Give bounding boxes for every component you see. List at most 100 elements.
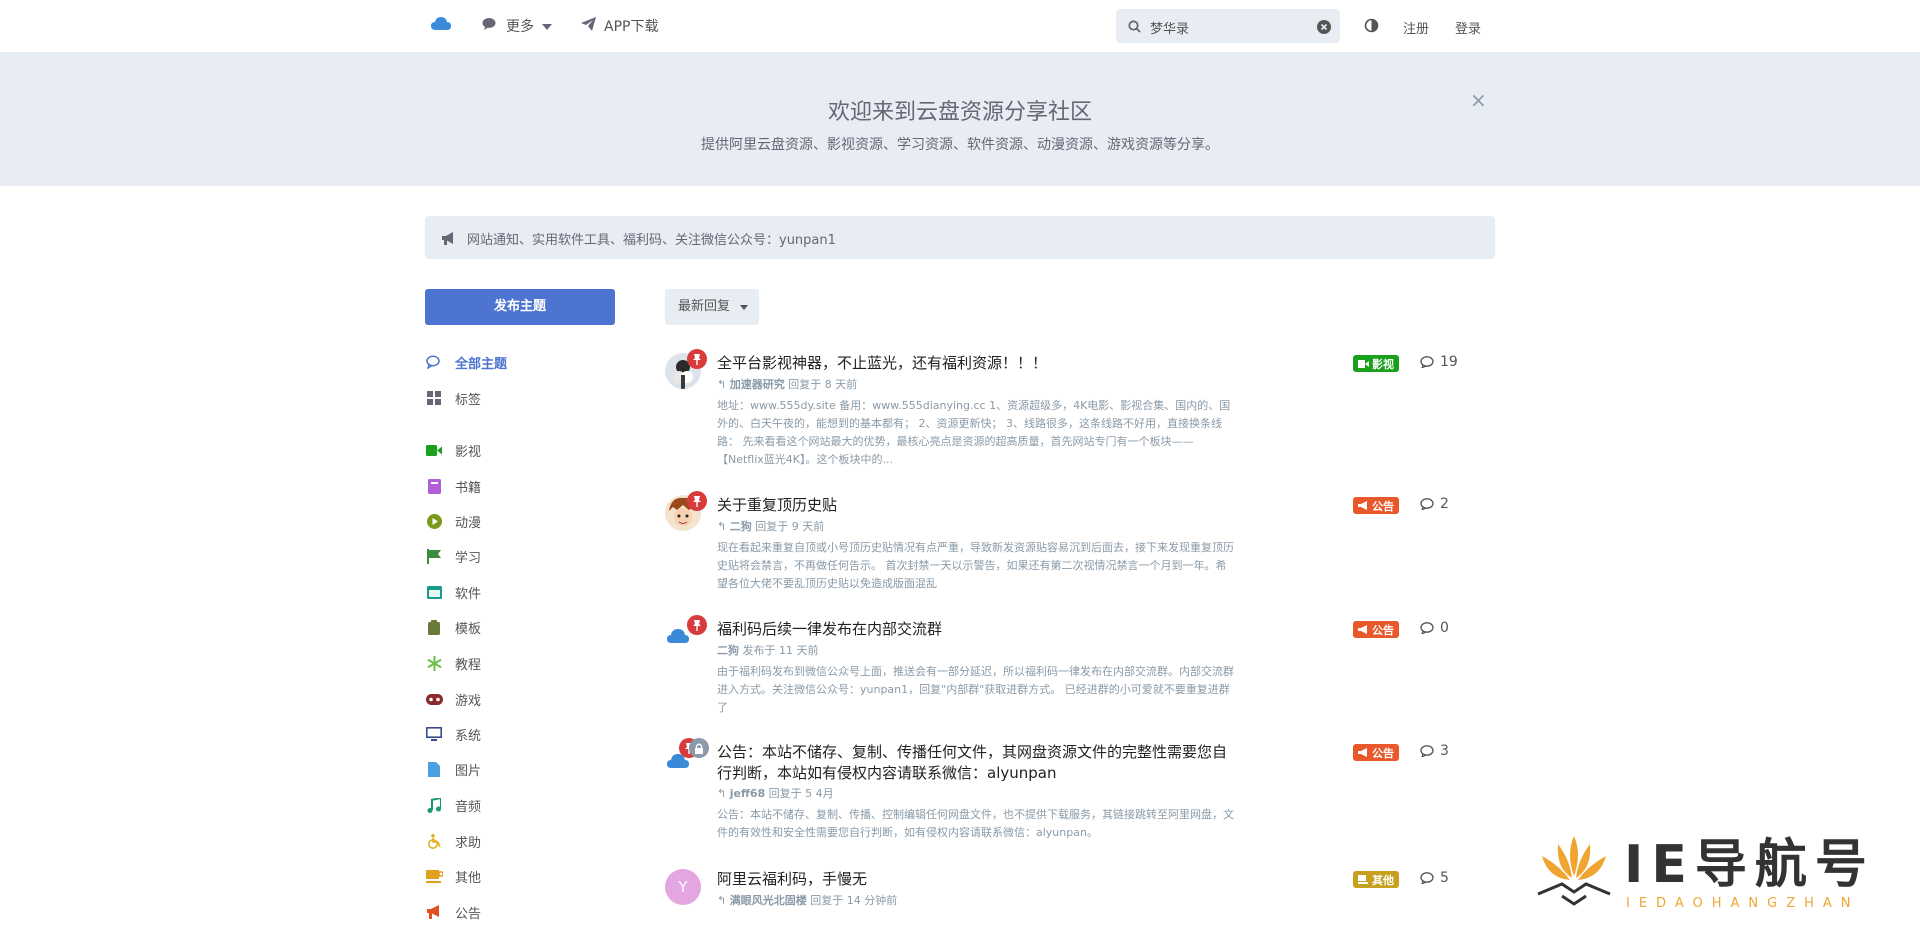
site-notice: 网站通知、实用软件工具、福利码、关注微信公众号：yunpan1 bbox=[425, 216, 1495, 259]
sidebar-item-label: 游戏 bbox=[455, 693, 482, 709]
discussion-title[interactable]: 福利码后续一律发布在内部交流群 bbox=[717, 619, 1237, 640]
tag-label: 公告 bbox=[1372, 623, 1394, 637]
book-icon bbox=[425, 477, 443, 495]
discussion-title[interactable]: 全平台影视神器，不止蓝光，还有福利资源！！！ bbox=[717, 353, 1237, 374]
discussion-title[interactable]: 阿里云福利码，手慢无 bbox=[717, 869, 1237, 890]
sort-dropdown[interactable]: 最新回复 bbox=[665, 289, 759, 325]
notice-text: 网站通知、实用软件工具、福利码、关注微信公众号：yunpan1 bbox=[467, 233, 836, 248]
discussion-author[interactable]: 二狗 bbox=[717, 644, 739, 657]
sidebar-item-announcements[interactable]: 公告 bbox=[425, 902, 481, 922]
sidebar-item-all[interactable]: 全部主题 bbox=[425, 352, 507, 372]
lotus-logo-icon bbox=[1537, 836, 1611, 906]
signup-link[interactable]: 注册 bbox=[1403, 18, 1429, 37]
discussion-author[interactable]: 满眼风光北固楼 bbox=[730, 894, 807, 907]
tag-label: 公告 bbox=[1372, 746, 1394, 760]
discussion-author[interactable]: jeff68 bbox=[730, 787, 765, 800]
watermark-subtitle: IEDAOHANGZHAN bbox=[1626, 896, 1860, 911]
clipboard-icon bbox=[425, 618, 443, 636]
reply-count-value: 0 bbox=[1440, 620, 1449, 636]
top-header: 更多 APP下载 注册 登录 bbox=[0, 0, 1920, 52]
discussion-title[interactable]: 关于重复顶历史贴 bbox=[717, 495, 1237, 516]
grid-icon bbox=[425, 389, 443, 407]
caret-down-icon bbox=[740, 299, 749, 314]
comment-icon bbox=[1420, 498, 1434, 510]
theme-toggle-icon[interactable] bbox=[1364, 18, 1379, 37]
pin-icon bbox=[687, 615, 707, 635]
sidebar-item-movies[interactable]: 影视 bbox=[425, 440, 481, 460]
start-discussion-button[interactable]: 发布主题 bbox=[425, 289, 615, 325]
snowflake-icon bbox=[425, 654, 443, 672]
app-download-link[interactable]: APP下载 bbox=[581, 16, 658, 36]
sidebar-item-help[interactable]: 求助 bbox=[425, 831, 481, 851]
more-menu[interactable]: 更多 bbox=[482, 16, 552, 36]
sidebar-item-other[interactable]: 其他 bbox=[425, 866, 481, 886]
sidebar-item-label: 图片 bbox=[455, 763, 482, 779]
music-icon bbox=[425, 796, 443, 814]
reply-icon: ↰ bbox=[717, 787, 727, 800]
discussion-meta: ↰ 加速器研究 回复于 8 天前 bbox=[717, 376, 857, 392]
login-link[interactable]: 登录 bbox=[1455, 18, 1481, 37]
tag-badge[interactable]: 其他 bbox=[1353, 871, 1399, 888]
sidebar-item-images[interactable]: 图片 bbox=[425, 759, 481, 779]
sidebar-item-tags[interactable]: 标签 bbox=[425, 388, 481, 408]
coffee-icon bbox=[1358, 875, 1368, 884]
sidebar-item-games[interactable]: 游戏 bbox=[425, 689, 481, 709]
sidebar-item-study[interactable]: 学习 bbox=[425, 546, 481, 566]
reply-count-value: 19 bbox=[1440, 354, 1458, 370]
sidebar-item-label: 求助 bbox=[455, 835, 482, 851]
close-hero-button[interactable]: × bbox=[1470, 88, 1487, 112]
bullhorn-icon bbox=[425, 903, 443, 921]
comment-icon bbox=[1420, 872, 1434, 884]
tag-badge[interactable]: 公告 bbox=[1353, 744, 1399, 761]
welcome-hero: 欢迎来到云盘资源分享社区 提供阿里云盘资源、影视资源、学习资源、软件资源、动漫资… bbox=[0, 52, 1920, 186]
sidebar-item-label: 学习 bbox=[455, 550, 482, 566]
discussion-excerpt: 现在看起来重复自顶或小号顶历史贴情况有点严重，导致新发资源贴容易沉到后面去，接下… bbox=[717, 541, 1234, 590]
discussion-meta: ↰ 二狗 回复于 9 天前 bbox=[717, 518, 824, 534]
bullhorn-icon bbox=[441, 230, 456, 249]
watermark: IE导航号 IEDAOHANGZHAN bbox=[1532, 832, 1900, 914]
caret-down-icon bbox=[542, 18, 552, 34]
sidebar-item-label: 模板 bbox=[455, 621, 482, 637]
search-icon bbox=[1128, 18, 1141, 37]
sidebar-item-label: 书籍 bbox=[455, 480, 482, 496]
pin-icon bbox=[687, 349, 707, 369]
bullhorn-icon bbox=[1358, 748, 1367, 757]
clear-search-icon[interactable] bbox=[1317, 19, 1331, 38]
search-input[interactable] bbox=[1148, 15, 1302, 39]
sidebar-item-anime[interactable]: 动漫 bbox=[425, 511, 481, 531]
discussion-meta: 二狗 发布于 11 天前 bbox=[717, 642, 819, 658]
hero-title: 欢迎来到云盘资源分享社区 bbox=[827, 100, 1092, 125]
tag-badge[interactable]: 公告 bbox=[1353, 497, 1399, 514]
tag-label: 其他 bbox=[1372, 873, 1394, 887]
reply-count: 19 bbox=[1420, 354, 1458, 370]
window-icon bbox=[425, 583, 443, 601]
monitor-icon bbox=[425, 725, 443, 743]
reply-icon: ↰ bbox=[717, 520, 727, 533]
sidebar-item-label: 动漫 bbox=[455, 515, 482, 531]
discussion-excerpt: 地址：www.555dy.site 备用：www.555dianying.cc … bbox=[717, 399, 1231, 466]
reply-count-value: 5 bbox=[1440, 870, 1449, 886]
sidebar-item-system[interactable]: 系统 bbox=[425, 724, 481, 744]
reply-count: 0 bbox=[1420, 620, 1449, 636]
discussion-author[interactable]: 加速器研究 bbox=[730, 378, 785, 391]
sort-label: 最新回复 bbox=[678, 299, 731, 314]
discussion-author[interactable]: 二狗 bbox=[730, 520, 752, 533]
sidebar-item-tutorials[interactable]: 教程 bbox=[425, 653, 481, 673]
reply-icon: ↰ bbox=[717, 894, 727, 907]
discussion-title[interactable]: 公告：本站不储存、复制、传播任何文件，其网盘资源文件的完整性需要您自行判断，本站… bbox=[717, 742, 1237, 784]
sidebar-item-software[interactable]: 软件 bbox=[425, 582, 481, 602]
avatar[interactable]: Y bbox=[665, 869, 701, 905]
search-box bbox=[1116, 9, 1340, 43]
sidebar-item-books[interactable]: 书籍 bbox=[425, 476, 481, 496]
site-logo-cloud-icon[interactable] bbox=[430, 16, 452, 36]
lock-icon bbox=[689, 738, 709, 758]
discussion-excerpt: 由于福利码发布到微信公众号上面，推送会有一部分延迟，所以福利码一律发布在内部交流… bbox=[717, 665, 1234, 714]
sidebar-item-label: 音频 bbox=[455, 799, 482, 815]
reply-count: 3 bbox=[1420, 743, 1449, 759]
comment-icon bbox=[1420, 622, 1434, 634]
tag-badge[interactable]: 公告 bbox=[1353, 621, 1399, 638]
sidebar-item-templates[interactable]: 模板 bbox=[425, 617, 481, 637]
discussion-excerpt: 公告：本站不储存、复制、传播、控制编辑任何网盘文件，也不提供下载服务，其链接跳转… bbox=[717, 808, 1234, 839]
tag-badge[interactable]: 影视 bbox=[1353, 355, 1399, 372]
sidebar-item-audio[interactable]: 音频 bbox=[425, 795, 481, 815]
